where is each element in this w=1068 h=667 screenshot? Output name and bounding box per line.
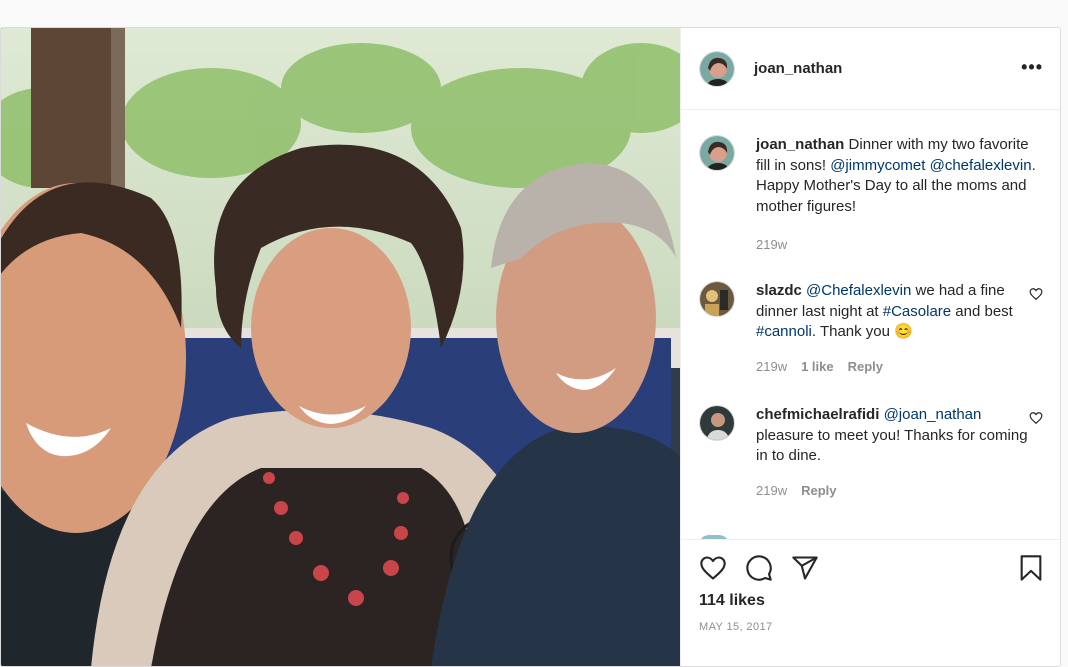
reply-button[interactable]: Reply: [848, 359, 883, 374]
comment-text-part: . Thank you 😊: [811, 323, 913, 340]
more-options-icon[interactable]: •••: [1021, 58, 1043, 76]
likes-count[interactable]: 114 likes: [699, 592, 765, 610]
mention-link[interactable]: @joan_nathan: [884, 406, 982, 423]
save-bookmark-icon[interactable]: [1017, 554, 1045, 582]
share-direct-icon[interactable]: [791, 554, 819, 582]
comment-likes[interactable]: 1 like: [801, 359, 834, 374]
like-comment-heart-icon[interactable]: [1029, 287, 1043, 301]
comment-text: chefmichaelrafidi @joan_nathan pleasure …: [756, 405, 1043, 467]
comment-text: slazdc @Chefalexlevin we had a fine dinn…: [756, 281, 1043, 343]
caption-meta: 219w: [756, 237, 1043, 252]
commenter-avatar[interactable]: [699, 281, 735, 317]
post-date[interactable]: MAY 15, 2017: [699, 621, 773, 633]
caption-avatar[interactable]: [699, 135, 735, 171]
comment-meta: 219w Reply: [756, 483, 1043, 498]
comment-age[interactable]: 219w: [756, 483, 787, 498]
comment-age[interactable]: 219w: [756, 237, 787, 252]
comment-age[interactable]: 219w: [756, 359, 787, 374]
comment-meta: 219w 1 like Reply: [756, 359, 1043, 374]
comment-text-part: pleasure to meet you! Thanks for coming …: [756, 426, 1028, 465]
post-actions: 114 likes MAY 15, 2017: [681, 539, 1060, 666]
commenter-avatar[interactable]: [699, 405, 735, 441]
post-dialog: joan_nathan ••• joan_nathan Dinner with …: [0, 27, 1061, 667]
comment-bubble-icon[interactable]: [745, 554, 773, 582]
mention-link[interactable]: @chefalexlevin: [930, 157, 1032, 174]
post-header: joan_nathan •••: [681, 28, 1060, 110]
commenter-username[interactable]: slazdc: [756, 282, 802, 299]
like-comment-heart-icon[interactable]: [1029, 411, 1043, 425]
mention-link[interactable]: @Chefalexlevin: [806, 282, 911, 299]
hashtag-link[interactable]: #Casolare: [883, 303, 951, 320]
comment-item: chefmichaelrafidi @joan_nathan pleasure …: [699, 405, 1043, 498]
mention-link[interactable]: @jimmycomet: [830, 157, 925, 174]
caption-text: joan_nathan Dinner with my two favorite …: [756, 135, 1043, 217]
caption: joan_nathan Dinner with my two favorite …: [699, 135, 1043, 252]
comment-text-part: and best: [951, 302, 1013, 320]
commenter-username[interactable]: chefmichaelrafidi: [756, 406, 879, 423]
author-username[interactable]: joan_nathan: [754, 60, 842, 77]
like-heart-icon[interactable]: [699, 554, 727, 582]
post-sidebar: joan_nathan ••• joan_nathan Dinner with …: [680, 28, 1060, 666]
caption-username[interactable]: joan_nathan: [756, 136, 844, 153]
comments-list: joan_nathan Dinner with my two favorite …: [681, 111, 1060, 539]
reply-button[interactable]: Reply: [801, 483, 836, 498]
post-photo[interactable]: [1, 28, 680, 666]
hashtag-link[interactable]: #cannoli: [756, 323, 812, 340]
comment-item: slazdc @Chefalexlevin we had a fine dinn…: [699, 281, 1043, 374]
author-avatar[interactable]: [699, 50, 735, 87]
